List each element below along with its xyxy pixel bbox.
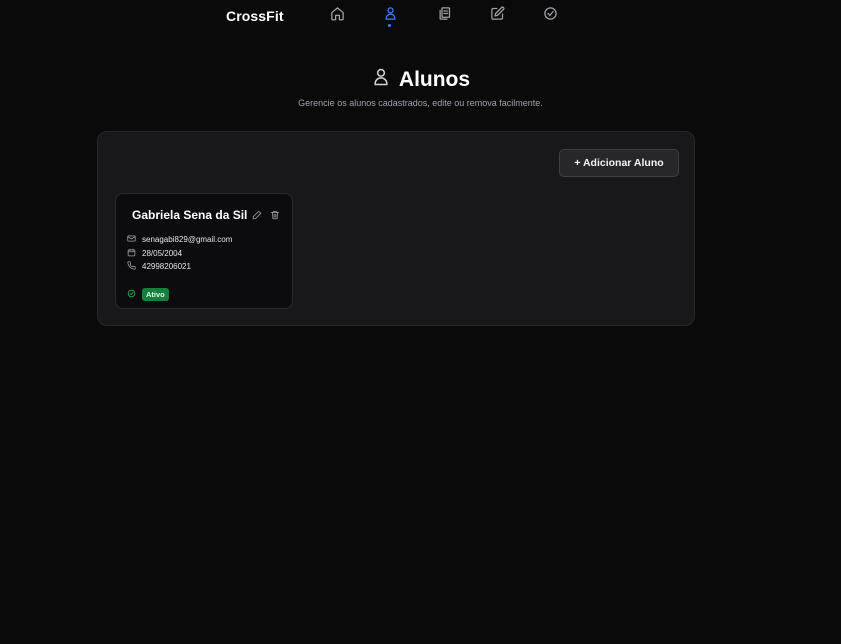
nav-home-icon[interactable] [329, 5, 345, 21]
student-phone: 42998206021 [142, 262, 191, 271]
students-panel: + Adicionar Aluno Gabriela Sena da Sil s… [97, 131, 695, 326]
student-birthdate: 28/05/2004 [142, 249, 183, 258]
student-status-row: Ativo [127, 285, 169, 303]
check-circle-icon [127, 285, 136, 303]
student-phone-row: 42998206021 [127, 261, 191, 272]
nav-edit-icon[interactable] [489, 5, 505, 21]
delete-student-icon[interactable] [269, 209, 280, 220]
page-title: Alunos [398, 67, 471, 91]
user-icon [371, 67, 391, 92]
student-card: Gabriela Sena da Sil senagabi829@gmail.c… [115, 193, 293, 309]
status-badge: Ativo [142, 287, 169, 301]
student-email-row: senagabi829@gmail.com [127, 234, 232, 245]
page-subtitle: Gerencie os alunos cadastrados, edite ou… [298, 98, 543, 108]
top-navbar: CrossFit [0, 0, 841, 32]
student-email: senagabi829@gmail.com [142, 235, 233, 244]
brand-logo[interactable]: CrossFit [226, 8, 284, 24]
nav-check-circle-icon[interactable] [542, 5, 558, 21]
phone-icon [127, 261, 136, 272]
edit-student-icon[interactable] [251, 209, 262, 220]
student-name: Gabriela Sena da Sil [132, 208, 248, 222]
nav-copy-icon[interactable] [436, 5, 452, 21]
mail-icon [127, 234, 136, 245]
nav-user-icon[interactable] [382, 5, 398, 27]
calendar-icon [127, 248, 136, 259]
active-indicator [388, 24, 391, 27]
add-student-button[interactable]: + Adicionar Aluno [559, 149, 679, 177]
page-header: Alunos Gerencie os alunos cadastrados, e… [0, 67, 841, 109]
title-row: Alunos [371, 67, 470, 92]
student-birthdate-row: 28/05/2004 [127, 248, 182, 259]
